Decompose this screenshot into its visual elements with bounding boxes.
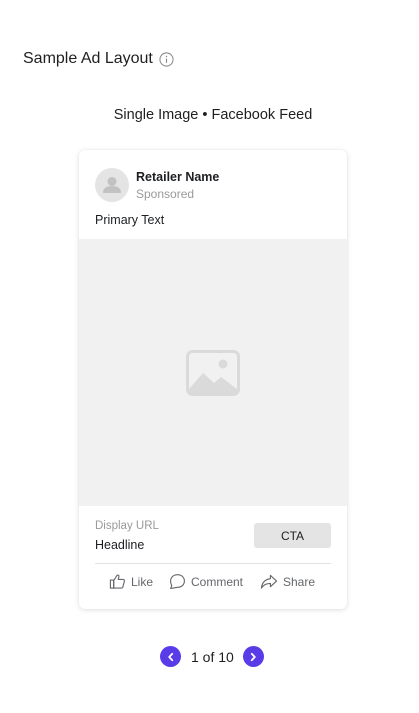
share-button[interactable]: Share <box>260 573 315 590</box>
next-button[interactable] <box>242 646 264 667</box>
comment-button[interactable]: Comment <box>169 573 243 590</box>
headline: Headline <box>95 538 145 552</box>
avatar <box>95 168 129 202</box>
display-url: Display URL <box>95 520 159 532</box>
chevron-right-icon <box>251 652 257 661</box>
pagination: 1 of 10 <box>160 646 264 667</box>
info-icon[interactable] <box>159 51 174 67</box>
image-placeholder-icon <box>186 350 240 396</box>
retailer-name: Retailer Name <box>136 170 220 184</box>
sponsored-label: Sponsored <box>136 187 195 201</box>
page-header: Sample Ad Layout <box>23 50 174 68</box>
reaction-bar: Like Comment Share <box>79 573 347 593</box>
divider <box>95 563 331 564</box>
comment-bubble-icon <box>170 574 185 590</box>
previous-button[interactable] <box>160 646 181 667</box>
share-label: Share <box>283 574 316 589</box>
chevron-left-icon <box>167 652 173 661</box>
page-title: Sample Ad Layout <box>23 50 153 67</box>
ad-preview-card: Retailer Name Sponsored Primary Text Dis… <box>79 150 347 609</box>
ad-format-label: Single Image • Facebook Feed <box>113 107 313 123</box>
page-indicator: 1 of 10 <box>191 648 234 665</box>
share-arrow-icon <box>260 574 278 589</box>
like-button[interactable]: Like <box>109 573 153 590</box>
thumbs-up-icon <box>109 574 126 589</box>
cta-button[interactable]: CTA <box>254 523 331 548</box>
comment-label: Comment <box>191 574 244 589</box>
primary-text: Primary Text <box>95 213 165 227</box>
like-label: Like <box>131 574 154 589</box>
avatar-person-icon <box>103 177 121 193</box>
ad-media-placeholder <box>79 239 347 506</box>
